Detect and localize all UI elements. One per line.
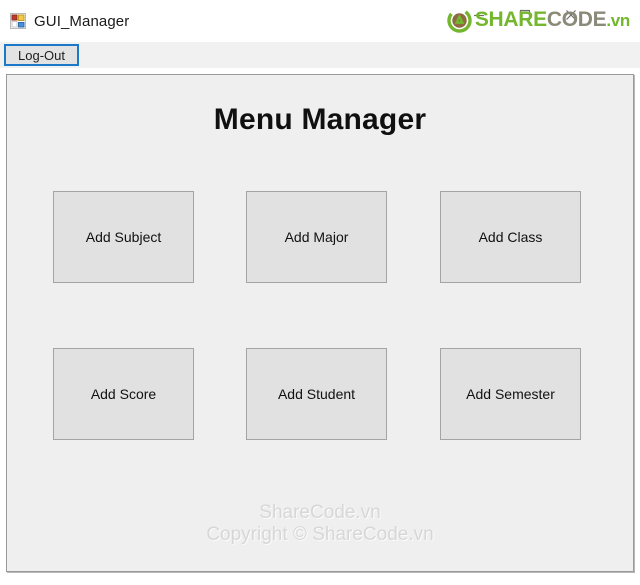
add-subject-button[interactable]: Add Subject <box>53 191 194 283</box>
title-bar: GUI_Manager SHARECODE.vn <box>0 0 640 42</box>
maximize-icon[interactable] <box>502 0 548 30</box>
minimize-icon[interactable] <box>456 0 502 30</box>
add-semester-button[interactable]: Add Semester <box>440 348 581 440</box>
menu-strip: Log-Out <box>0 42 640 68</box>
add-class-button[interactable]: Add Class <box>440 191 581 283</box>
menu-button-grid: Add Subject Add Major Add Class Add Scor… <box>7 75 633 571</box>
add-student-button[interactable]: Add Student <box>246 348 387 440</box>
logo-vn-text: .vn <box>606 11 630 30</box>
window-title: GUI_Manager <box>34 12 130 30</box>
close-icon[interactable] <box>548 0 594 30</box>
add-major-button[interactable]: Add Major <box>246 191 387 283</box>
main-panel: Menu Manager Add Subject Add Major Add C… <box>6 74 634 572</box>
application-window: GUI_Manager SHARECODE.vn Log-Out Menu Ma… <box>0 0 640 585</box>
add-score-button[interactable]: Add Score <box>53 348 194 440</box>
logout-button[interactable]: Log-Out <box>4 44 79 66</box>
windows-forms-icon <box>10 13 26 29</box>
